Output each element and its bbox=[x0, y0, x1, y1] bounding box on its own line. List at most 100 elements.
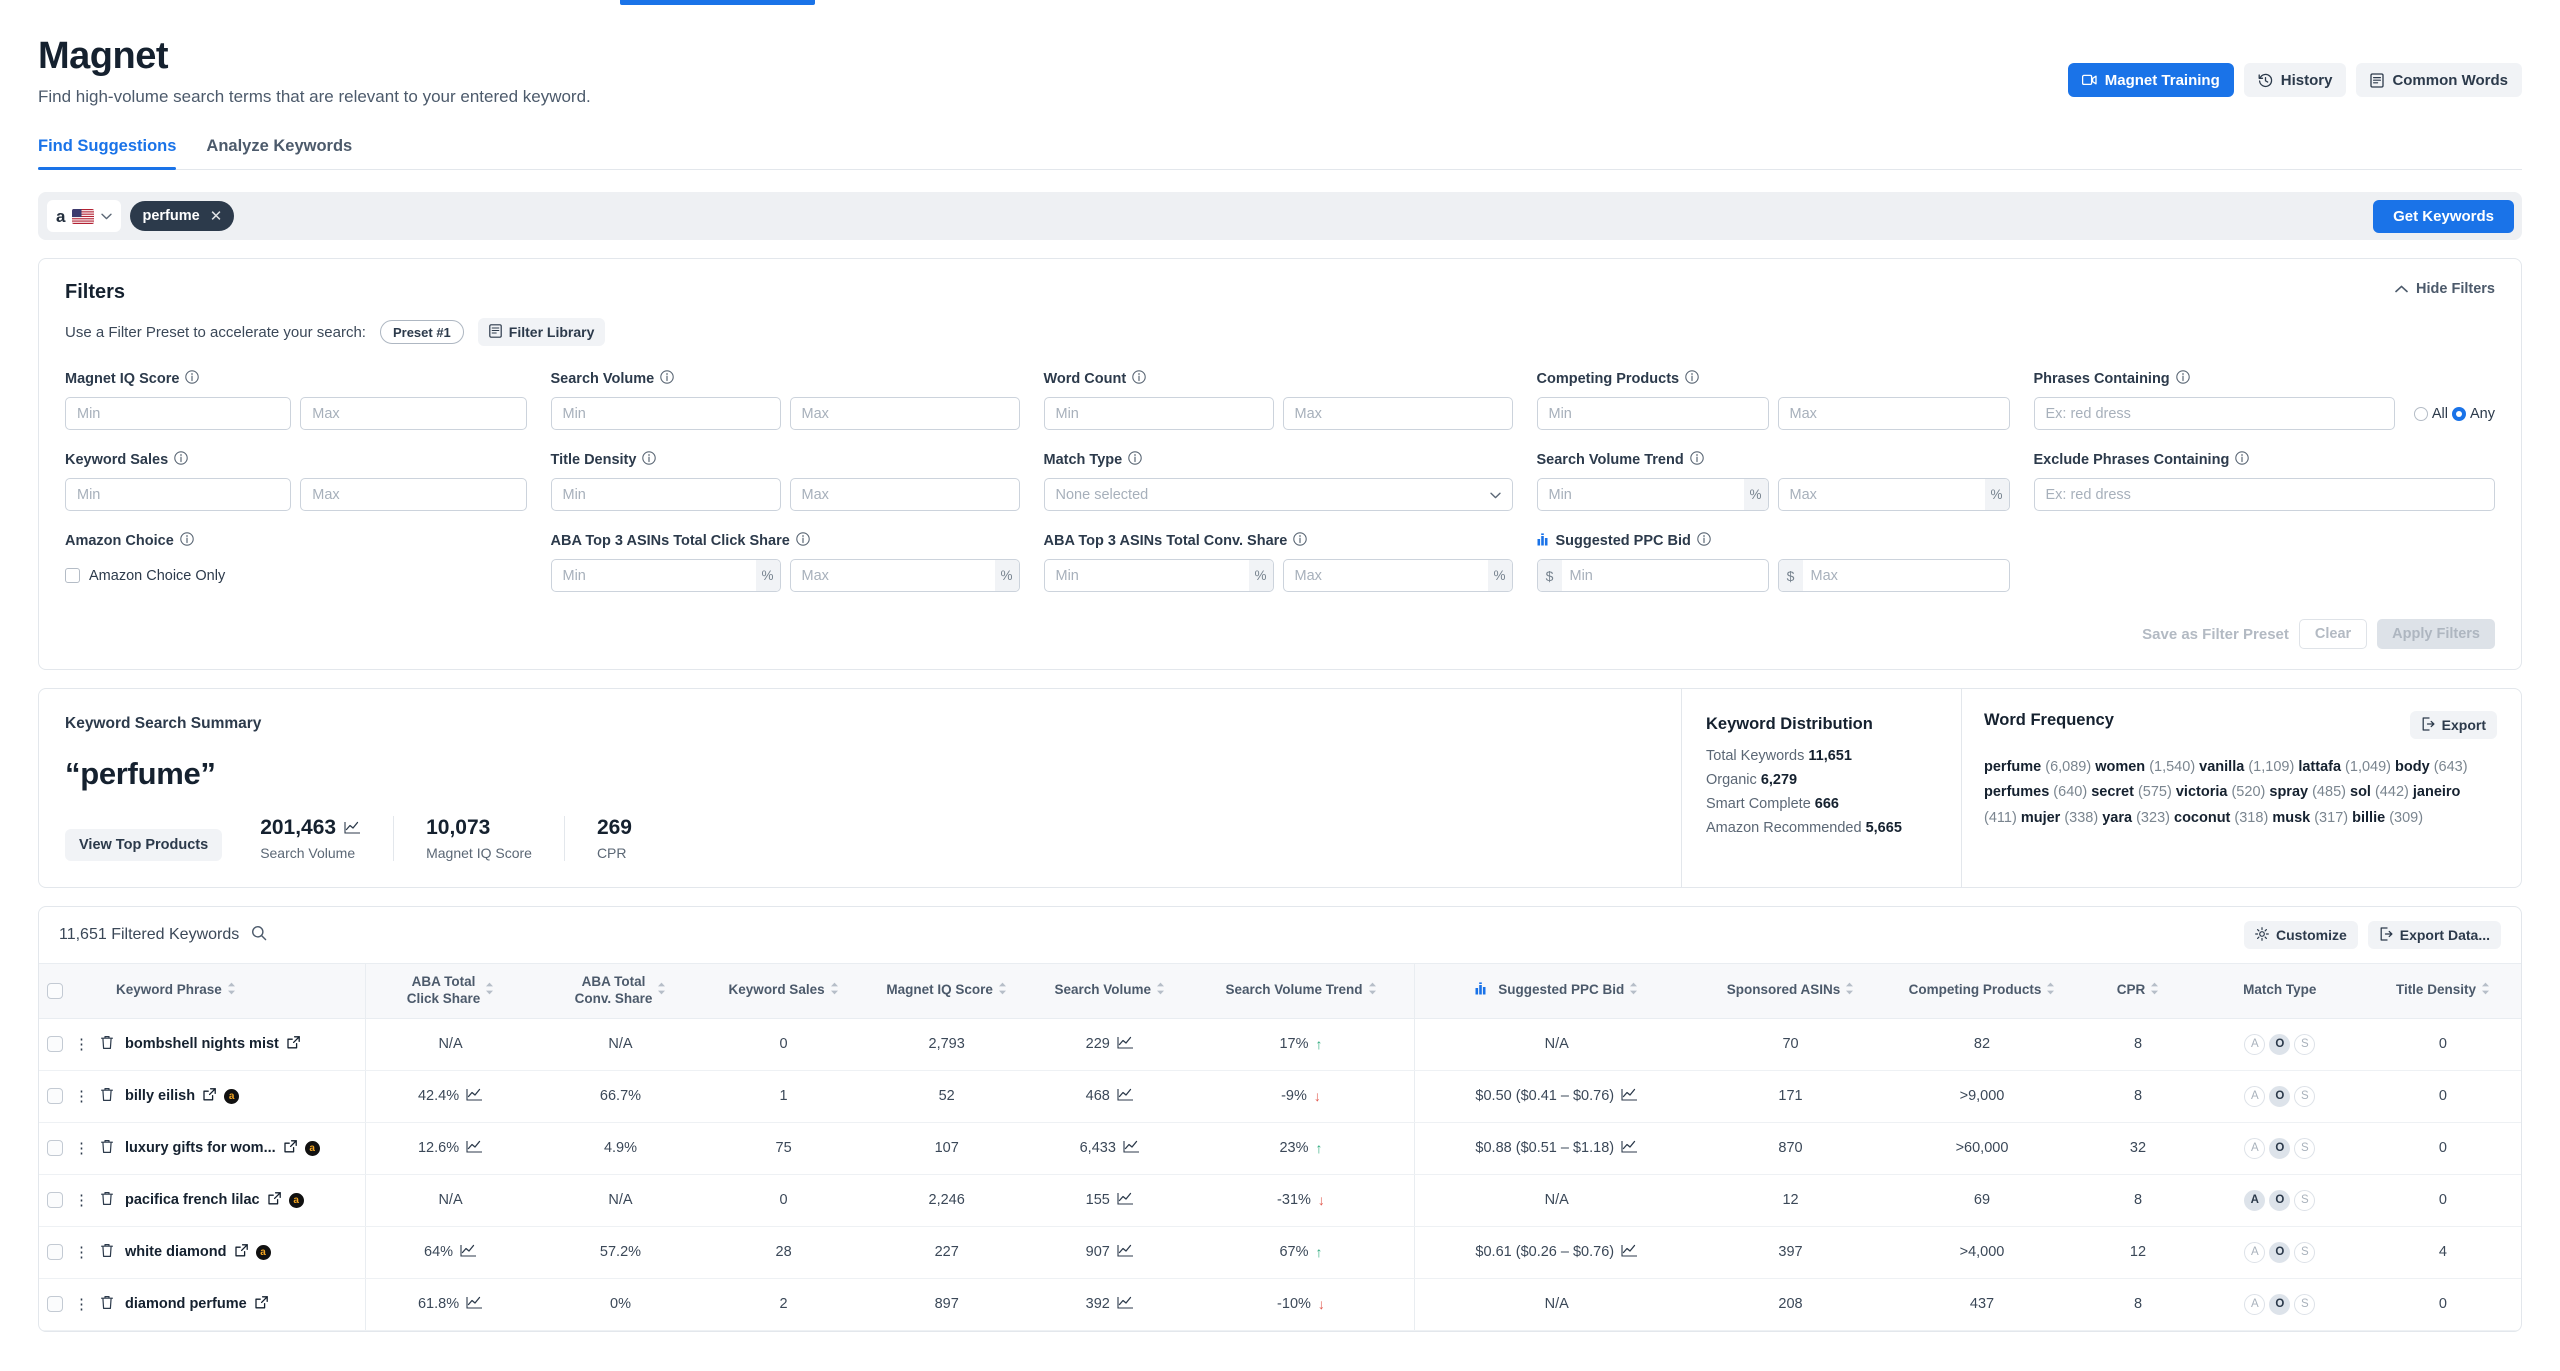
info-icon[interactable] bbox=[2235, 451, 2250, 469]
sort-icon[interactable] bbox=[1368, 982, 1377, 1000]
ppc-bid-max-input[interactable] bbox=[1777, 559, 2010, 592]
aba-click-share-min-input[interactable] bbox=[550, 559, 781, 592]
delete-icon[interactable] bbox=[100, 1191, 114, 1210]
info-icon[interactable] bbox=[642, 451, 657, 469]
word-frequency-word[interactable]: victoria bbox=[2176, 784, 2228, 800]
info-icon[interactable] bbox=[1697, 532, 1711, 550]
info-icon[interactable] bbox=[2175, 370, 2190, 388]
sparkline-icon[interactable] bbox=[1117, 1244, 1134, 1261]
word-frequency-word[interactable]: coconut bbox=[2174, 810, 2230, 826]
column-header-aba-total-conv-share[interactable]: ABA Total Conv. Share bbox=[535, 963, 706, 1019]
magnet-iq-max-input[interactable] bbox=[300, 397, 527, 430]
sparkline-icon[interactable] bbox=[1621, 1140, 1638, 1157]
sparkline-icon[interactable] bbox=[466, 1296, 483, 1313]
search-icon[interactable] bbox=[251, 925, 267, 946]
delete-icon[interactable] bbox=[100, 1139, 114, 1158]
sort-icon[interactable] bbox=[1156, 982, 1165, 1000]
sort-icon[interactable] bbox=[485, 982, 494, 1000]
delete-icon[interactable] bbox=[100, 1035, 114, 1054]
info-icon[interactable] bbox=[1132, 370, 1146, 388]
search-volume-max-input[interactable] bbox=[789, 397, 1020, 430]
word-frequency-word[interactable]: mujer bbox=[2021, 810, 2061, 826]
history-button[interactable]: History bbox=[2243, 63, 2347, 97]
row-menu-icon[interactable]: ⋮ bbox=[74, 1141, 89, 1156]
hide-filters-button[interactable]: Hide Filters bbox=[2395, 281, 2495, 297]
keyword-sales-max-input[interactable] bbox=[300, 478, 527, 511]
row-menu-icon[interactable]: ⋮ bbox=[74, 1245, 89, 1260]
column-header-title-density[interactable]: Title Density bbox=[2364, 963, 2521, 1019]
radio-all[interactable] bbox=[2413, 406, 2428, 421]
match-type-select[interactable]: None selected bbox=[1043, 478, 1513, 511]
row-checkbox[interactable] bbox=[47, 1244, 63, 1261]
info-icon[interactable] bbox=[1689, 451, 1704, 469]
external-link-icon[interactable] bbox=[234, 1243, 248, 1261]
sparkline-icon[interactable] bbox=[1621, 1244, 1638, 1261]
word-frequency-word[interactable]: yara bbox=[2102, 810, 2132, 826]
match-type-s[interactable]: S bbox=[2294, 1137, 2316, 1159]
apply-filters-button[interactable]: Apply Filters bbox=[2377, 619, 2495, 649]
title-density-min-input[interactable] bbox=[550, 478, 781, 511]
get-keywords-button[interactable]: Get Keywords bbox=[2373, 199, 2514, 233]
competing-products-max-input[interactable] bbox=[1777, 397, 2010, 430]
info-icon[interactable] bbox=[1685, 370, 1699, 388]
match-type-s[interactable]: S bbox=[2294, 1189, 2316, 1211]
column-header-keyword-sales[interactable]: Keyword Sales bbox=[705, 963, 862, 1019]
match-type-o[interactable]: O bbox=[2269, 1293, 2291, 1315]
delete-icon[interactable] bbox=[100, 1087, 114, 1106]
sort-icon[interactable] bbox=[1629, 982, 1638, 1000]
delete-icon[interactable] bbox=[100, 1295, 114, 1314]
table-row[interactable]: ⋮ diamond perfume 61.8% 0% 2 897 392 -10% ↓ N/A 20… bbox=[39, 1278, 2521, 1331]
sparkline-icon[interactable] bbox=[1117, 1296, 1134, 1313]
table-row[interactable]: ⋮ luxury gifts for wom... a 12.6% 4.9% 75 107 6… bbox=[39, 1122, 2521, 1175]
external-link-icon[interactable] bbox=[255, 1295, 268, 1313]
match-type-a[interactable]: A bbox=[2244, 1085, 2266, 1107]
match-type-s[interactable]: S bbox=[2294, 1085, 2316, 1107]
sparkline-icon[interactable] bbox=[1621, 1088, 1638, 1105]
magnet-iq-min-input[interactable] bbox=[65, 397, 292, 430]
word-frequency-word[interactable]: perfumes bbox=[1984, 784, 2049, 800]
phrases-containing-input[interactable] bbox=[2033, 397, 2395, 430]
sparkline-icon[interactable] bbox=[1117, 1088, 1134, 1105]
match-type-o[interactable]: O bbox=[2269, 1137, 2291, 1159]
info-icon[interactable] bbox=[180, 532, 194, 550]
sort-icon[interactable] bbox=[2481, 982, 2490, 1000]
column-header-search-volume[interactable]: Search Volume bbox=[1031, 963, 1188, 1019]
keyword-sales-min-input[interactable] bbox=[65, 478, 292, 511]
sort-icon[interactable] bbox=[2150, 982, 2159, 1000]
external-link-icon[interactable] bbox=[267, 1191, 281, 1209]
radio-any[interactable] bbox=[2452, 406, 2466, 421]
match-type-s[interactable]: S bbox=[2294, 1033, 2316, 1055]
sort-icon[interactable] bbox=[657, 982, 666, 1000]
ppc-bid-min-input[interactable] bbox=[1536, 559, 1769, 592]
row-checkbox[interactable] bbox=[47, 1296, 63, 1313]
sparkline-icon[interactable] bbox=[1117, 1192, 1134, 1209]
sparkline-icon[interactable] bbox=[1123, 1140, 1140, 1157]
select-all-checkbox[interactable] bbox=[47, 982, 63, 999]
sparkline-icon[interactable] bbox=[344, 816, 361, 840]
word-frequency-word[interactable]: musk bbox=[2272, 810, 2310, 826]
filter-library-button[interactable]: Filter Library bbox=[477, 318, 606, 346]
magnet-training-button[interactable]: Magnet Training bbox=[2067, 63, 2234, 97]
word-frequency-word[interactable]: body bbox=[2395, 759, 2430, 775]
external-link-icon[interactable] bbox=[203, 1087, 216, 1105]
info-icon[interactable] bbox=[1293, 532, 1308, 550]
info-icon[interactable] bbox=[185, 370, 200, 388]
row-menu-icon[interactable]: ⋮ bbox=[74, 1037, 89, 1052]
external-link-icon[interactable] bbox=[287, 1035, 300, 1053]
preset-1-pill[interactable]: Preset #1 bbox=[379, 320, 464, 344]
column-header-cpr[interactable]: CPR bbox=[2081, 963, 2195, 1019]
word-frequency-word[interactable]: spray bbox=[2269, 784, 2308, 800]
sort-icon[interactable] bbox=[998, 982, 1007, 1000]
aba-click-share-max-input[interactable] bbox=[789, 559, 1020, 592]
match-type-o[interactable]: O bbox=[2269, 1085, 2291, 1107]
table-row[interactable]: ⋮ bombshell nights mist N/A N/A 0 2,793 229 17%… bbox=[39, 1018, 2521, 1071]
delete-icon[interactable] bbox=[100, 1243, 114, 1262]
row-menu-icon[interactable]: ⋮ bbox=[74, 1089, 89, 1104]
competing-products-min-input[interactable] bbox=[1536, 397, 1769, 430]
word-frequency-word[interactable]: billie bbox=[2352, 810, 2385, 826]
match-type-o[interactable]: O bbox=[2269, 1241, 2291, 1263]
export-data-button[interactable]: Export Data... bbox=[2367, 921, 2501, 949]
column-header-competing-products[interactable]: Competing Products bbox=[1882, 963, 2082, 1019]
sort-icon[interactable] bbox=[2046, 982, 2055, 1000]
word-frequency-word[interactable]: secret bbox=[2091, 784, 2134, 800]
